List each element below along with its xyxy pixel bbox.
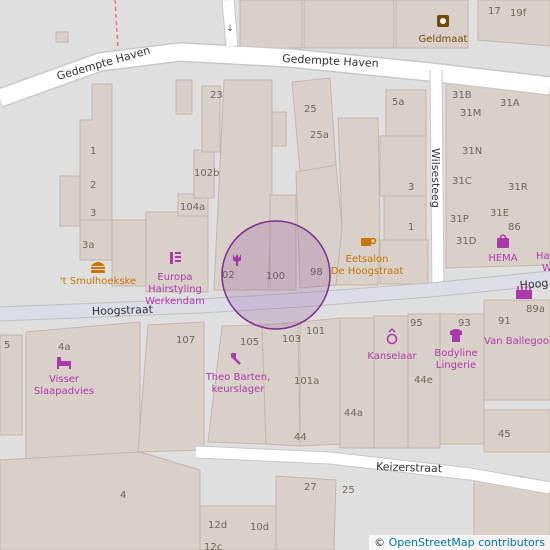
house-number: 17 xyxy=(488,6,501,17)
poi-label-line: Visser xyxy=(49,374,80,385)
house-number: 1 xyxy=(90,146,96,157)
house-number: 93 xyxy=(458,318,471,329)
bed-icon-leg xyxy=(57,366,59,369)
building xyxy=(0,451,201,550)
poi-label-line: W xyxy=(542,263,550,274)
house-number: 44 xyxy=(294,432,307,443)
house-number: 44e xyxy=(414,375,433,386)
house-number: 31P xyxy=(450,214,469,225)
house-number: 3 xyxy=(408,182,414,193)
house-number: 105 xyxy=(240,337,259,348)
house-number: 86 xyxy=(508,222,521,233)
house-number: 1 xyxy=(408,222,414,233)
road-north xyxy=(222,0,238,47)
bed-icon-pillow xyxy=(57,357,61,361)
department-store-icon xyxy=(497,238,509,248)
fastfood-icon-bun xyxy=(91,270,105,273)
building xyxy=(339,317,375,449)
house-number: 4 xyxy=(120,490,126,501)
house-number: 31B xyxy=(452,90,472,101)
house-number: 31E xyxy=(490,208,509,219)
house-number: 25 xyxy=(304,104,317,115)
building xyxy=(271,111,287,147)
house-number: 31M xyxy=(460,108,481,119)
house-number: 12d xyxy=(208,520,227,531)
building xyxy=(175,79,193,115)
poi-label-line: Hairstyling xyxy=(148,284,202,295)
map-canvas: ↓ Gedempte Haven Gedempte Haven Hoogstra… xyxy=(0,0,550,550)
shop-icon xyxy=(516,290,532,299)
house-number: 31N xyxy=(462,146,482,157)
poi-label: Kanselaar xyxy=(367,351,417,362)
house-number: 31C xyxy=(452,176,472,187)
building xyxy=(239,0,303,49)
house-number: 107 xyxy=(176,335,195,346)
fastfood-icon-patty xyxy=(91,267,105,269)
house-number: 31R xyxy=(508,182,528,193)
map-attribution[interactable]: © OpenStreetMap contributors xyxy=(369,535,550,550)
house-number: 27 xyxy=(304,482,317,493)
house-number: 103 xyxy=(282,334,301,345)
map-viewport[interactable]: ↓ Gedempte Haven Gedempte Haven Hoogstra… xyxy=(0,0,550,550)
house-number: 104a xyxy=(180,202,205,213)
attribution-link[interactable]: OpenStreetMap contributors xyxy=(389,536,545,549)
building xyxy=(483,409,550,453)
house-number: 31A xyxy=(500,98,520,109)
house-number: 44a xyxy=(344,408,363,419)
building xyxy=(373,315,409,449)
house-number: 5a xyxy=(392,97,405,108)
oneway-arrow-icon: ↓ xyxy=(226,24,234,34)
road-label-hoogstraat-east: Hoog xyxy=(519,277,549,292)
house-number: 95 xyxy=(410,318,423,329)
house-number: 19f xyxy=(510,8,527,19)
house-number: 31D xyxy=(456,236,477,247)
house-number: 91 xyxy=(498,316,511,327)
house-number: 10d xyxy=(250,522,269,533)
location-marker-circle[interactable] xyxy=(221,220,331,330)
house-number: 25a xyxy=(310,130,329,141)
poi-label-line: Theo Barten, xyxy=(205,372,271,383)
poi-label-line: Ha xyxy=(536,251,550,262)
poi-label-line: De Hoogstraat xyxy=(331,266,404,277)
poi-label-line: Slaapadvies xyxy=(34,386,94,397)
house-number: 12c xyxy=(204,542,222,550)
poi-label: HEMA xyxy=(488,253,517,264)
building xyxy=(59,175,81,227)
building xyxy=(303,0,395,49)
building xyxy=(379,135,427,197)
house-number: 4a xyxy=(58,342,71,353)
house-number: 3a xyxy=(82,240,95,251)
house-number: 89a xyxy=(526,304,545,315)
butcher-icon-blade xyxy=(231,353,236,358)
poi-label-line: Lingerie xyxy=(436,360,476,371)
poi-label-line: Werkendam xyxy=(145,296,205,307)
house-number: 102b xyxy=(194,168,219,179)
house-number: 3 xyxy=(90,208,96,219)
cafe-icon xyxy=(361,238,371,246)
house-number: 5 xyxy=(4,340,10,351)
bed-icon xyxy=(57,361,71,366)
bed-icon-leg xyxy=(69,366,71,369)
poi-label-line: keurslager xyxy=(212,384,266,395)
bank-icon-coin xyxy=(440,18,446,24)
house-number: 23 xyxy=(210,90,223,101)
house-number: 25 xyxy=(342,485,355,496)
copyright-icon: © xyxy=(374,536,386,549)
road-label-wilsesteeg: Wilsesteeg xyxy=(429,148,442,208)
poi-label: 't Smulhoekske xyxy=(60,276,136,287)
building xyxy=(483,299,550,401)
poi-label: Van Ballegooij xyxy=(484,336,550,347)
poi-label-line: Europa xyxy=(157,272,192,283)
road-label-keizerstraat: Keizerstraat xyxy=(376,460,443,475)
house-number: 101a xyxy=(294,376,319,387)
building xyxy=(55,31,69,43)
house-number: 101 xyxy=(306,326,325,337)
poi-label-line: Bodyline xyxy=(434,348,477,359)
building xyxy=(383,195,427,241)
poi-label-line: Eetsalon xyxy=(346,254,389,265)
building xyxy=(291,77,337,173)
house-number: 45 xyxy=(498,429,511,440)
poi-label: Geldmaat xyxy=(419,34,468,45)
house-number: 2 xyxy=(90,180,96,191)
